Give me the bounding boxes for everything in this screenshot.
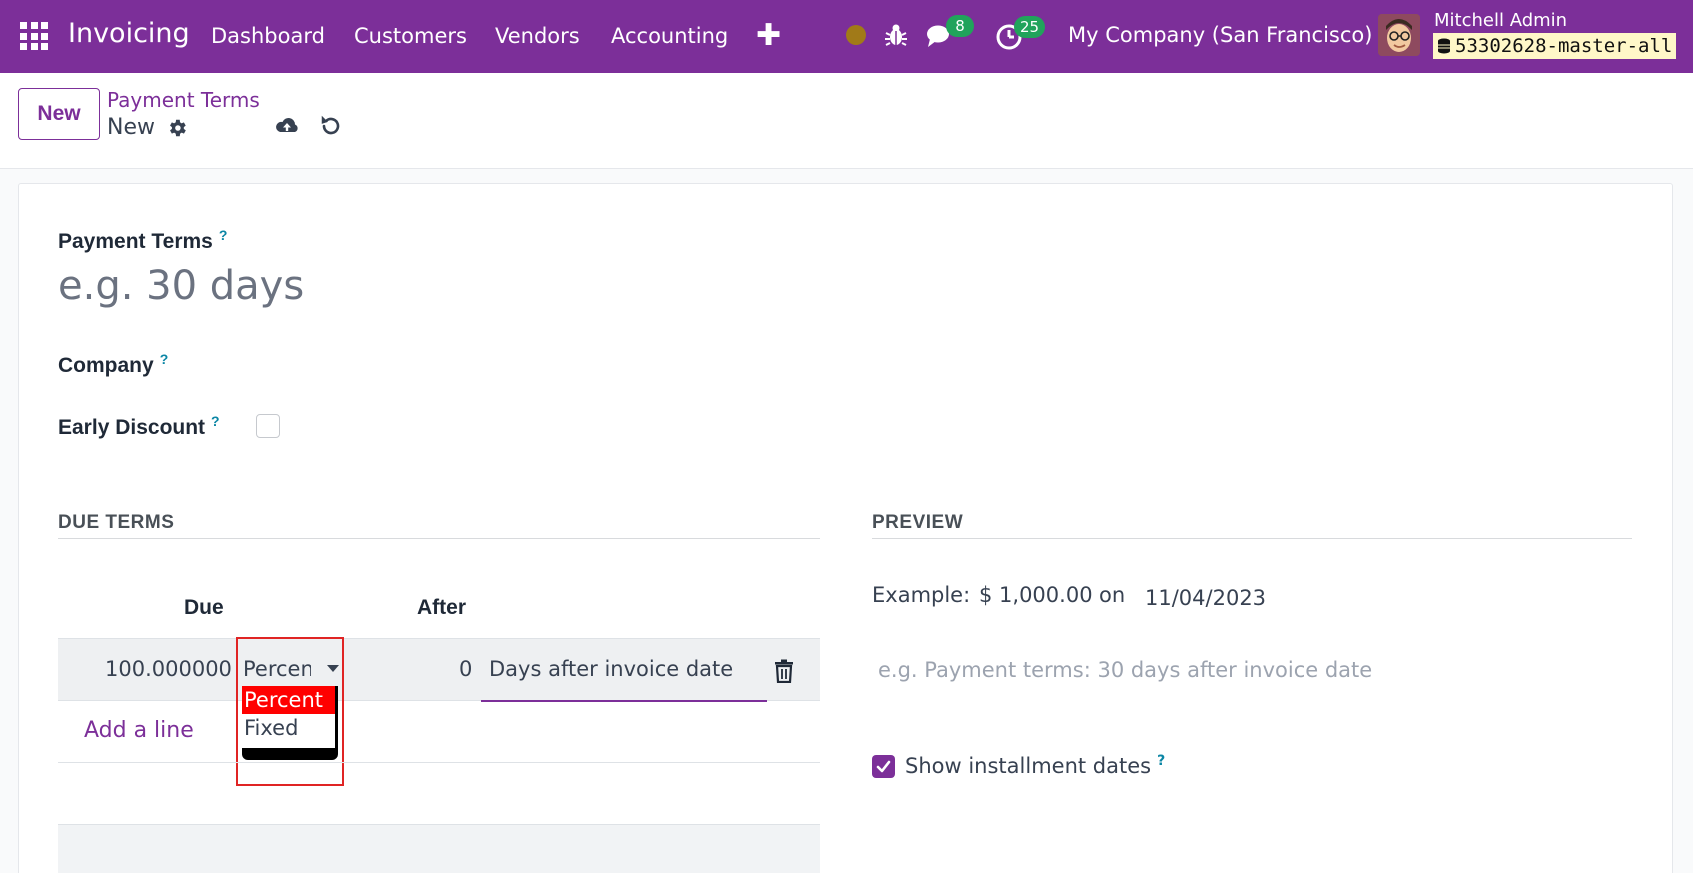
payment-terms-name-input[interactable]	[58, 258, 758, 314]
due-value-cell[interactable]: 100.000000	[105, 657, 232, 681]
activities-count-badge: 25	[1014, 16, 1046, 38]
discard-undo-icon[interactable]	[319, 114, 343, 138]
show-installments-label: Show installment dates?	[905, 753, 1166, 778]
app-name[interactable]: Invoicing	[68, 18, 190, 49]
add-line-link[interactable]: Add a line	[84, 718, 194, 743]
payment-terms-label: Payment Terms?	[58, 227, 228, 253]
due-terms-divider	[58, 538, 820, 539]
early-discount-checkbox[interactable]	[256, 414, 280, 438]
example-date: 11/04/2023	[1145, 586, 1267, 610]
breadcrumb-payment-terms[interactable]: Payment Terms	[107, 88, 260, 112]
database-badge: 53302628-master-all	[1433, 33, 1677, 59]
example-label: Example:	[872, 583, 971, 607]
show-installments-checkbox[interactable]	[872, 755, 895, 778]
dropdown-option-percent[interactable]: Percent	[242, 686, 335, 714]
col-header-after: After	[417, 596, 467, 619]
breadcrumb-current: New	[107, 115, 155, 140]
col-header-due: Due	[184, 596, 224, 619]
status-dot-icon[interactable]	[846, 25, 866, 45]
example-on-label: on	[1099, 583, 1126, 607]
checkmark-icon	[876, 760, 891, 773]
row-divider	[58, 762, 820, 763]
value-type-dropdown: Percent Fixed	[242, 686, 338, 760]
help-icon[interactable]: ?	[1157, 753, 1165, 769]
preview-section-title: PREVIEW	[872, 512, 964, 533]
delay-type-select[interactable]: Days after invoice date	[489, 657, 733, 681]
database-name: 53302628-master-all	[1455, 35, 1673, 57]
user-name[interactable]: Mitchell Admin	[1434, 10, 1567, 31]
bug-icon[interactable]	[884, 22, 908, 48]
top-navbar: Invoicing Dashboard Customers Vendors Ac…	[0, 0, 1693, 73]
apps-menu-icon[interactable]	[20, 22, 48, 50]
user-avatar[interactable]	[1378, 14, 1420, 56]
menu-vendors[interactable]: Vendors	[495, 24, 580, 48]
help-icon[interactable]: ?	[211, 413, 220, 429]
after-days-cell[interactable]: 0	[459, 657, 472, 681]
messages-count-badge: 8	[946, 15, 974, 37]
plus-icon[interactable]: ✚	[756, 18, 781, 53]
table-footer	[58, 825, 820, 873]
menu-customers[interactable]: Customers	[354, 24, 467, 48]
menu-dashboard[interactable]: Dashboard	[211, 24, 325, 48]
new-button[interactable]: New	[18, 88, 100, 140]
help-icon[interactable]: ?	[219, 227, 228, 243]
example-amount: $ 1,000.00	[979, 583, 1093, 607]
preview-divider	[872, 538, 1632, 539]
menu-accounting[interactable]: Accounting	[611, 24, 728, 48]
gear-icon[interactable]	[166, 117, 188, 139]
control-panel: New Payment Terms New	[0, 73, 1693, 169]
trash-icon[interactable]	[773, 659, 795, 683]
delay-type-underline	[481, 700, 767, 702]
help-icon[interactable]: ?	[160, 351, 169, 367]
company-label: Company?	[58, 351, 169, 377]
dropdown-option-fixed[interactable]: Fixed	[242, 714, 335, 742]
database-icon	[1438, 38, 1450, 54]
due-terms-section-title: DUE TERMS	[58, 512, 175, 533]
company-switcher[interactable]: My Company (San Francisco)	[1068, 23, 1372, 47]
note-input[interactable]: e.g. Payment terms: 30 days after invoic…	[878, 658, 1372, 682]
early-discount-label: Early Discount?	[58, 413, 220, 439]
cloud-upload-icon[interactable]	[274, 115, 300, 137]
